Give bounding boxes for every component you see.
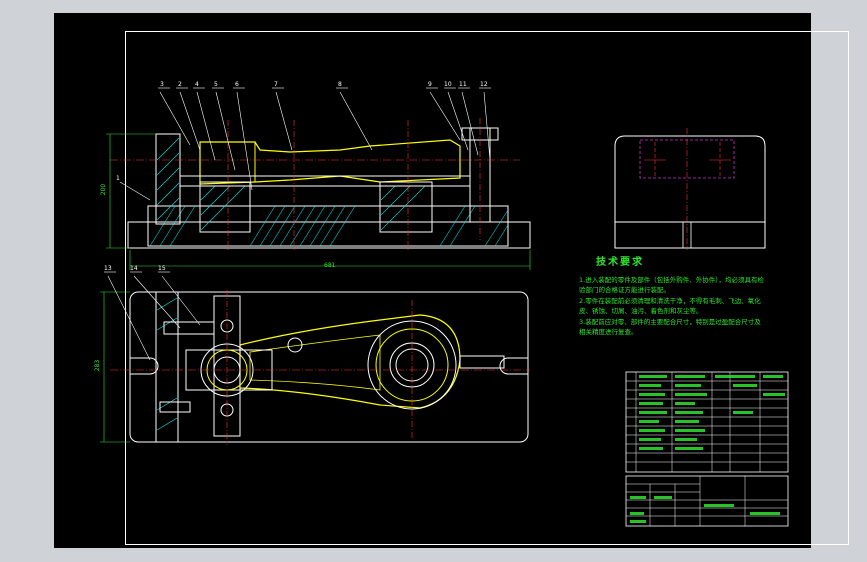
balloon: 7 (274, 81, 278, 88)
balloon: 8 (338, 81, 342, 88)
tech-requirements-title: 技术要求 (596, 257, 644, 268)
tech-requirements-body: 1.进入装配的零件及部件（包括外购件、外协件），均必须具有检验部门的合格证方能进… (579, 275, 765, 337)
balloon: 1 (116, 175, 120, 182)
top-height-dimension: 283 (94, 359, 102, 372)
tech-requirement-item: 2.零件在装配前必须清理和清洗干净，不得有毛刺、飞边、氧化皮、锈蚀、切屑、油污、… (579, 296, 761, 316)
balloon: 11 (459, 81, 467, 88)
balloon: 4 (195, 81, 199, 88)
balloon: 2 (178, 81, 182, 88)
balloon: 9 (428, 81, 432, 88)
top-view (100, 271, 530, 445)
balloon: 12 (480, 81, 488, 88)
front-width-dimension: 681 (324, 262, 336, 269)
balloon: 14 (130, 265, 138, 272)
balloon: 15 (158, 265, 166, 272)
balloon: 5 (214, 81, 218, 88)
balloon: 13 (104, 265, 112, 272)
front-height-dimension: 200 (100, 183, 108, 196)
side-view (614, 128, 766, 250)
front-view (106, 87, 531, 270)
balloon: 10 (444, 81, 452, 88)
tech-requirement-item: 3.装配前应对零、部件的主要配合尺寸，特别是过盈配合尺寸及相关精度进行复查。 (579, 317, 761, 337)
balloon: 6 (235, 81, 239, 88)
title-block (625, 371, 789, 527)
tech-requirement-item: 1.进入装配的零件及部件（包括外购件、外协件），均必须具有检验部门的合格证方能进… (579, 276, 764, 295)
balloon: 3 (160, 81, 164, 88)
